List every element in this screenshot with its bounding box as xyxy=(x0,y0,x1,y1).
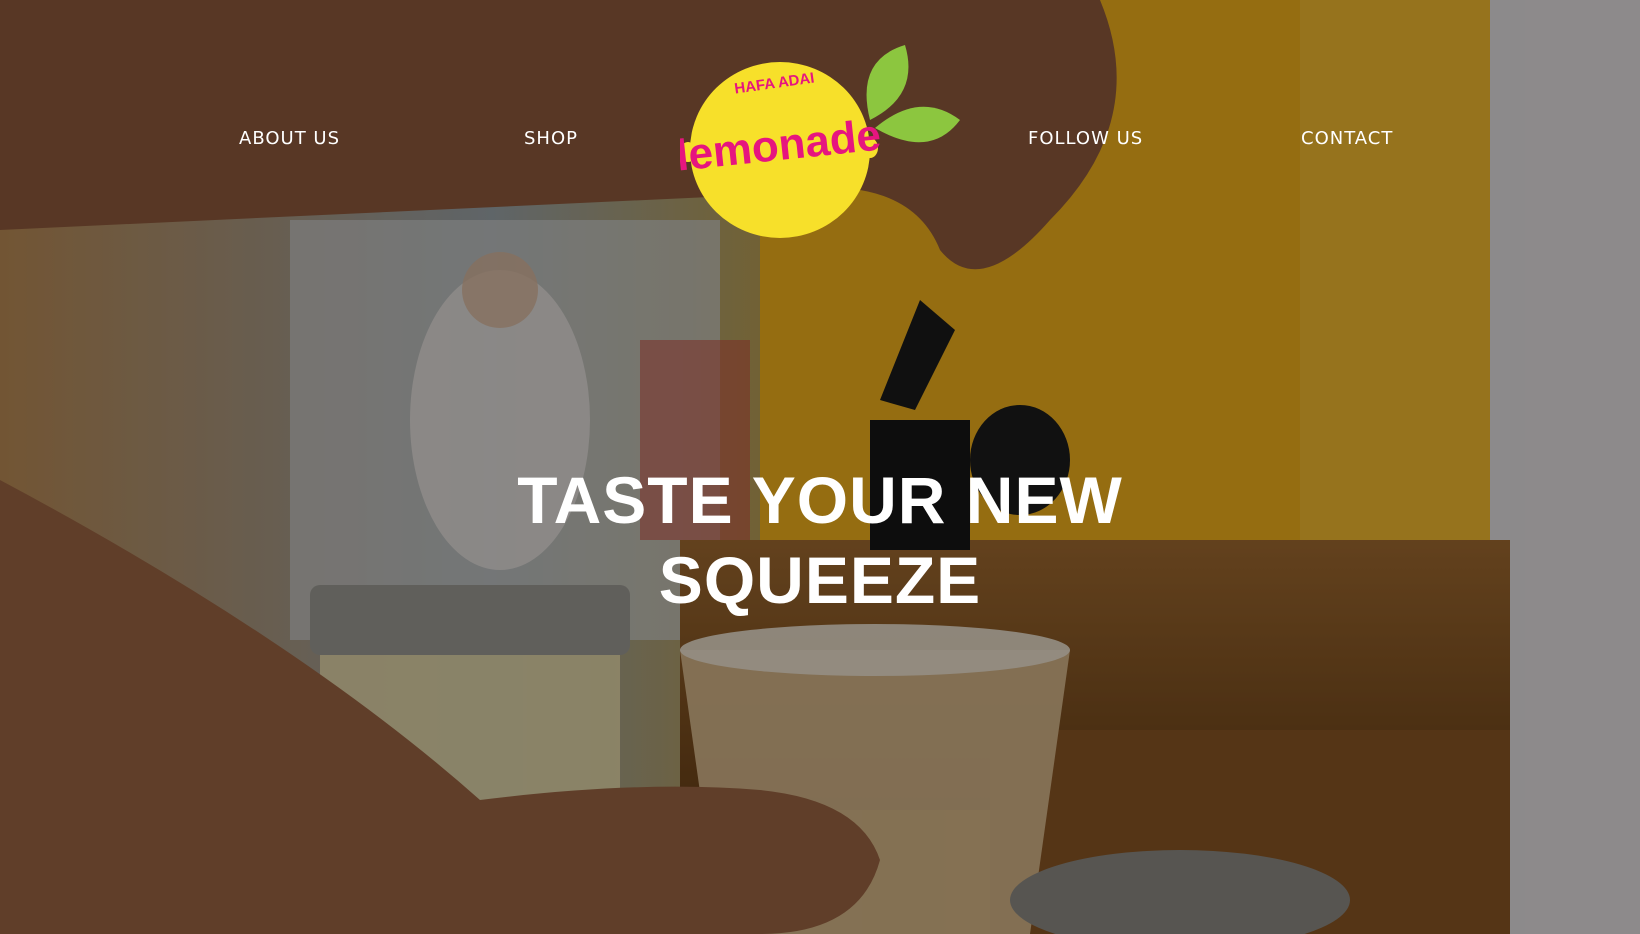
nav-about-us[interactable]: ABOUT US xyxy=(239,128,340,149)
nav-contact[interactable]: CONTACT xyxy=(1301,128,1393,149)
nav-follow-us[interactable]: FOLLOW US xyxy=(1028,128,1143,149)
hero-headline-line1: TASTE YOUR NEW xyxy=(517,463,1123,537)
leaf-icon xyxy=(875,106,960,143)
lemonade-logo[interactable]: HAFA ADAI lemonade xyxy=(680,40,965,250)
hero-headline-line2: SQUEEZE xyxy=(658,543,982,617)
hero-section: ABOUT US SHOP HAFA ADAI lemonade FOLLOW … xyxy=(0,0,1640,934)
main-navigation: ABOUT US SHOP HAFA ADAI lemonade FOLLOW … xyxy=(0,0,1640,280)
hero-headline: TASTE YOUR NEW SQUEEZE xyxy=(0,460,1640,620)
leaf-icon xyxy=(866,45,909,120)
nav-shop[interactable]: SHOP xyxy=(524,128,578,149)
